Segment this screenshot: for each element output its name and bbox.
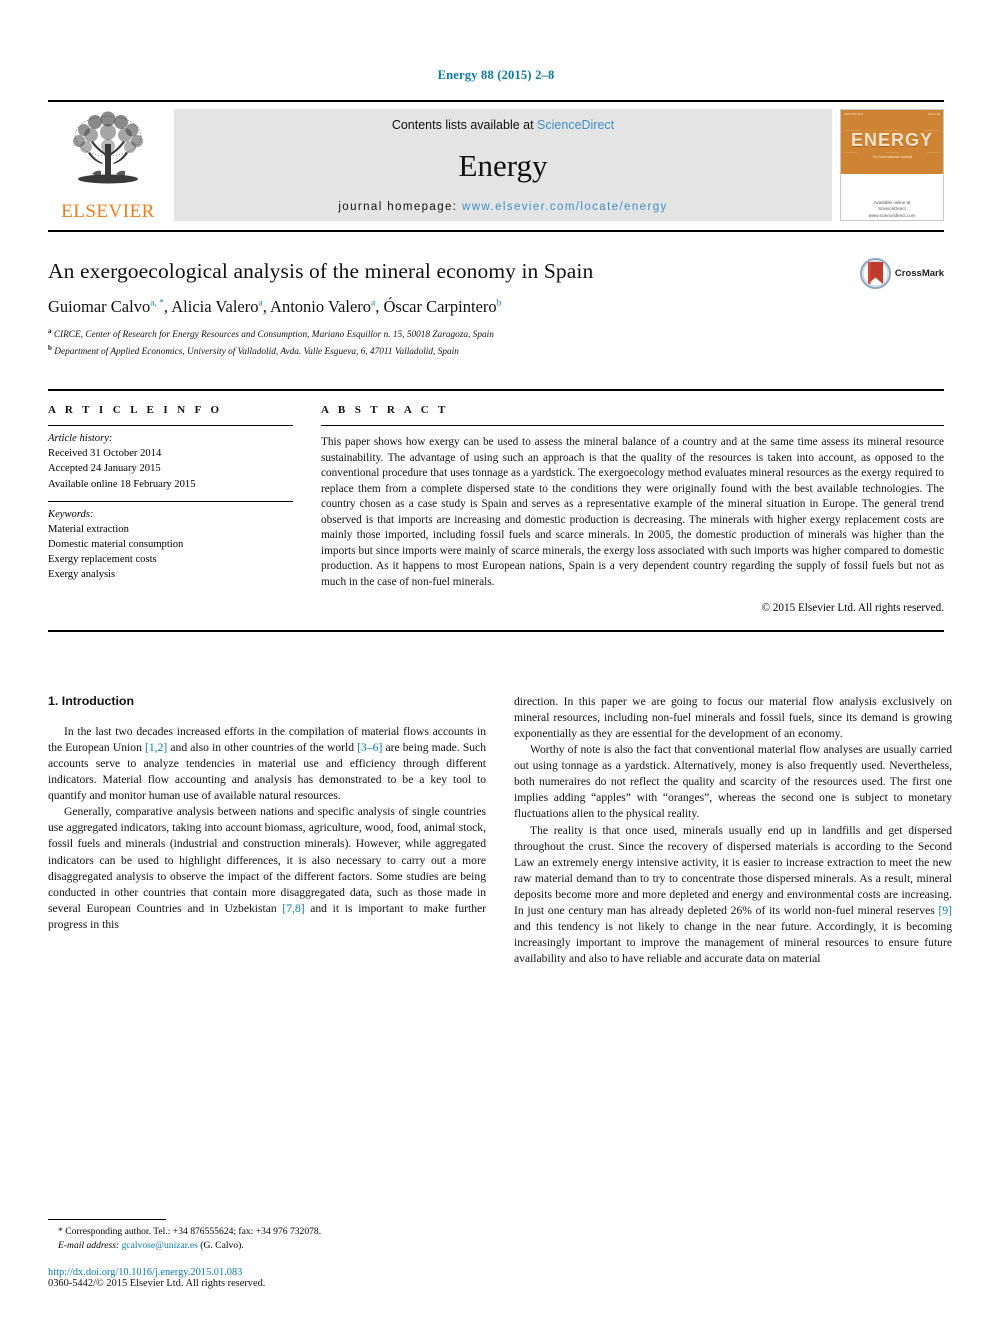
- author-name[interactable]: Guiomar Calvo: [48, 297, 150, 316]
- email-link[interactable]: gcalvose@unizar.es: [122, 1240, 198, 1251]
- contents-available-line: Contents lists available at ScienceDirec…: [392, 118, 614, 132]
- journal-band: Contents lists available at ScienceDirec…: [174, 109, 832, 221]
- article-info-heading: A R T I C L E I N F O: [48, 404, 223, 417]
- journal-title: Energy: [458, 147, 548, 183]
- author-name[interactable]: Antonio Valero: [270, 297, 371, 316]
- cover-bottom-panel: Available online at ScienceDirect www.scie…: [841, 173, 943, 220]
- body-right-column: direction. In this paper we are going to…: [514, 694, 952, 967]
- cover-tiny-c: —————: [924, 128, 939, 132]
- keywords-label: Keywords:: [48, 508, 94, 520]
- info-abstract-block: A R T I C L E I N F O Article history: R…: [48, 389, 944, 633]
- cover-tiny-d: ————: [845, 149, 857, 154]
- cover-tiny-b: —————: [884, 128, 900, 132]
- elsevier-logo: ELSEVIER: [48, 102, 168, 230]
- author-list: Guiomar Calvoa, *, Alicia Valeroa, Anton…: [48, 296, 502, 316]
- corresponding-author-note: * Corresponding author. Tel.: +34 876555…: [58, 1226, 322, 1238]
- citation-link[interactable]: [3–6]: [357, 741, 382, 754]
- keyword-item: Exergy analysis: [48, 568, 116, 580]
- keywords-group: Keywords: Material extraction Domestic m…: [48, 502, 293, 591]
- cover-tiny-labels-bottom: ———— ———— ————: [845, 150, 939, 154]
- cover-micro-right: Volume 88: [927, 113, 940, 116]
- crossmark-label: CrossMark: [894, 268, 944, 279]
- paragraph: Generally, comparative analysis between …: [48, 805, 486, 931]
- journal-homepage-line: journal homepage: www.elsevier.com/locat…: [338, 201, 667, 213]
- issn-copyright-line: 0360-5442/© 2015 Elsevier Ltd. All right…: [48, 1278, 266, 1289]
- keyword-item: Material extraction: [48, 523, 129, 535]
- cover-tiny-f: ————: [927, 149, 939, 154]
- copyright-line: © 2015 Elsevier Ltd. All rights reserved…: [761, 602, 945, 615]
- email-suffix: (G. Calvo).: [200, 1240, 244, 1252]
- paragraph: The reality is that once used, minerals …: [514, 823, 952, 965]
- history-item: Received 31 October 2014: [48, 448, 162, 460]
- paragraph: Worthy of note is also the fact that con…: [514, 743, 952, 821]
- affiliation-mark: a: [48, 327, 52, 336]
- paragraph: In the last two decades increased effort…: [48, 725, 487, 803]
- author-name[interactable]: Óscar Carpintero: [384, 297, 497, 316]
- article-history-label: Article history:: [48, 433, 113, 445]
- elsevier-tree-icon: [73, 111, 143, 184]
- cover-tagline: The International Journal: [872, 154, 912, 159]
- elsevier-wordmark: ELSEVIER: [61, 201, 155, 222]
- title-block: CrossMark An exergoecological analysis o…: [48, 258, 944, 359]
- keyword-item: Exergy replacement costs: [48, 553, 157, 565]
- author-mark: a: [258, 298, 263, 309]
- affiliation-item: b Department of Applied Economics, Unive…: [48, 343, 944, 360]
- cover-micro-left: ISSN 0360-5442: [844, 113, 864, 116]
- crossmark-icon: [859, 258, 891, 289]
- article-info-column: A R T I C L E I N F O Article history: R…: [48, 404, 293, 614]
- page-title: An exergoecological analysis of the mine…: [48, 259, 594, 283]
- email-note: E-mail address: gcalvose@unizar.es (G. C…: [48, 1239, 486, 1253]
- journal-masthead: ELSEVIER Contents lists available at Sci…: [48, 100, 944, 232]
- cover-tiny-e: ————: [886, 149, 898, 154]
- paragraph: direction. In this paper we are going to…: [514, 695, 952, 741]
- cover-tiny-labels-top: ————— ————— —————: [845, 128, 939, 132]
- sciencedirect-link[interactable]: ScienceDirect: [537, 118, 614, 132]
- author-mark: a, *: [150, 298, 164, 309]
- affiliation-list: a CIRCE, Center of Research for Energy R…: [48, 326, 944, 359]
- body-columns: 1. Introduction In the last two decades …: [48, 694, 952, 967]
- homepage-url-link[interactable]: www.elsevier.com/locate/energy: [462, 201, 668, 213]
- journal-cover-thumbnail[interactable]: ISSN 0360-5442 Volume 88 ————— ————— ———…: [840, 109, 944, 221]
- affiliation-mark: b: [48, 343, 52, 352]
- homepage-prefix: journal homepage:: [338, 201, 463, 213]
- cover-micro-row: ISSN 0360-5442 Volume 88: [844, 113, 940, 116]
- footnote-divider: [48, 1219, 166, 1221]
- keyword-item: Domestic material consumption: [48, 538, 184, 550]
- cover-title: ENERGY: [850, 129, 934, 150]
- section-title-introduction: 1. Introduction: [48, 694, 135, 709]
- running-head: Energy 88 (2015) 2–8: [437, 68, 555, 82]
- abstract-text: This paper shows how exergy can be used …: [321, 436, 944, 588]
- cover-tiny-a: —————: [845, 128, 860, 132]
- author-name[interactable]: Alicia Valero: [171, 297, 258, 316]
- abstract-column: A B S T R A C T This paper shows how exe…: [321, 404, 944, 614]
- cover-top-panel: ISSN 0360-5442 Volume 88 ————— ————— ———…: [841, 110, 943, 174]
- history-item: Available online 18 February 2015: [48, 478, 196, 490]
- affiliation-item: a CIRCE, Center of Research for Energy R…: [48, 326, 944, 343]
- body-left-column: 1. Introduction In the last two decades …: [48, 694, 486, 967]
- citation-link[interactable]: [7,8]: [282, 902, 304, 915]
- affiliation-text: CIRCE, Center of Research for Energy Res…: [53, 330, 494, 341]
- article-page: Energy 88 (2015) 2–8 ELSEVIER Contents l…: [0, 0, 992, 1323]
- cover-footer-text: Available online at ScienceDirect www.scie…: [868, 199, 916, 219]
- footnote-area: * Corresponding author. Tel.: +34 876555…: [48, 1219, 486, 1289]
- affiliation-text: Department of Applied Economics, Univers…: [54, 346, 459, 357]
- article-history-group: Article history: Received 31 October 201…: [48, 426, 293, 500]
- citation-link[interactable]: [9]: [938, 904, 952, 917]
- contents-prefix: Contents lists available at: [391, 118, 538, 132]
- author-mark: b: [496, 298, 502, 309]
- citation-link[interactable]: [1,2]: [145, 741, 167, 754]
- history-item: Accepted 24 January 2015: [48, 463, 161, 475]
- email-label: E-mail address:: [58, 1240, 120, 1252]
- author-mark: a: [371, 298, 376, 309]
- abstract-heading: A B S T R A C T: [321, 404, 449, 417]
- crossmark-badge[interactable]: CrossMark: [859, 258, 944, 289]
- doi-link[interactable]: http://dx.doi.org/10.1016/j.energy.2015.…: [48, 1267, 486, 1278]
